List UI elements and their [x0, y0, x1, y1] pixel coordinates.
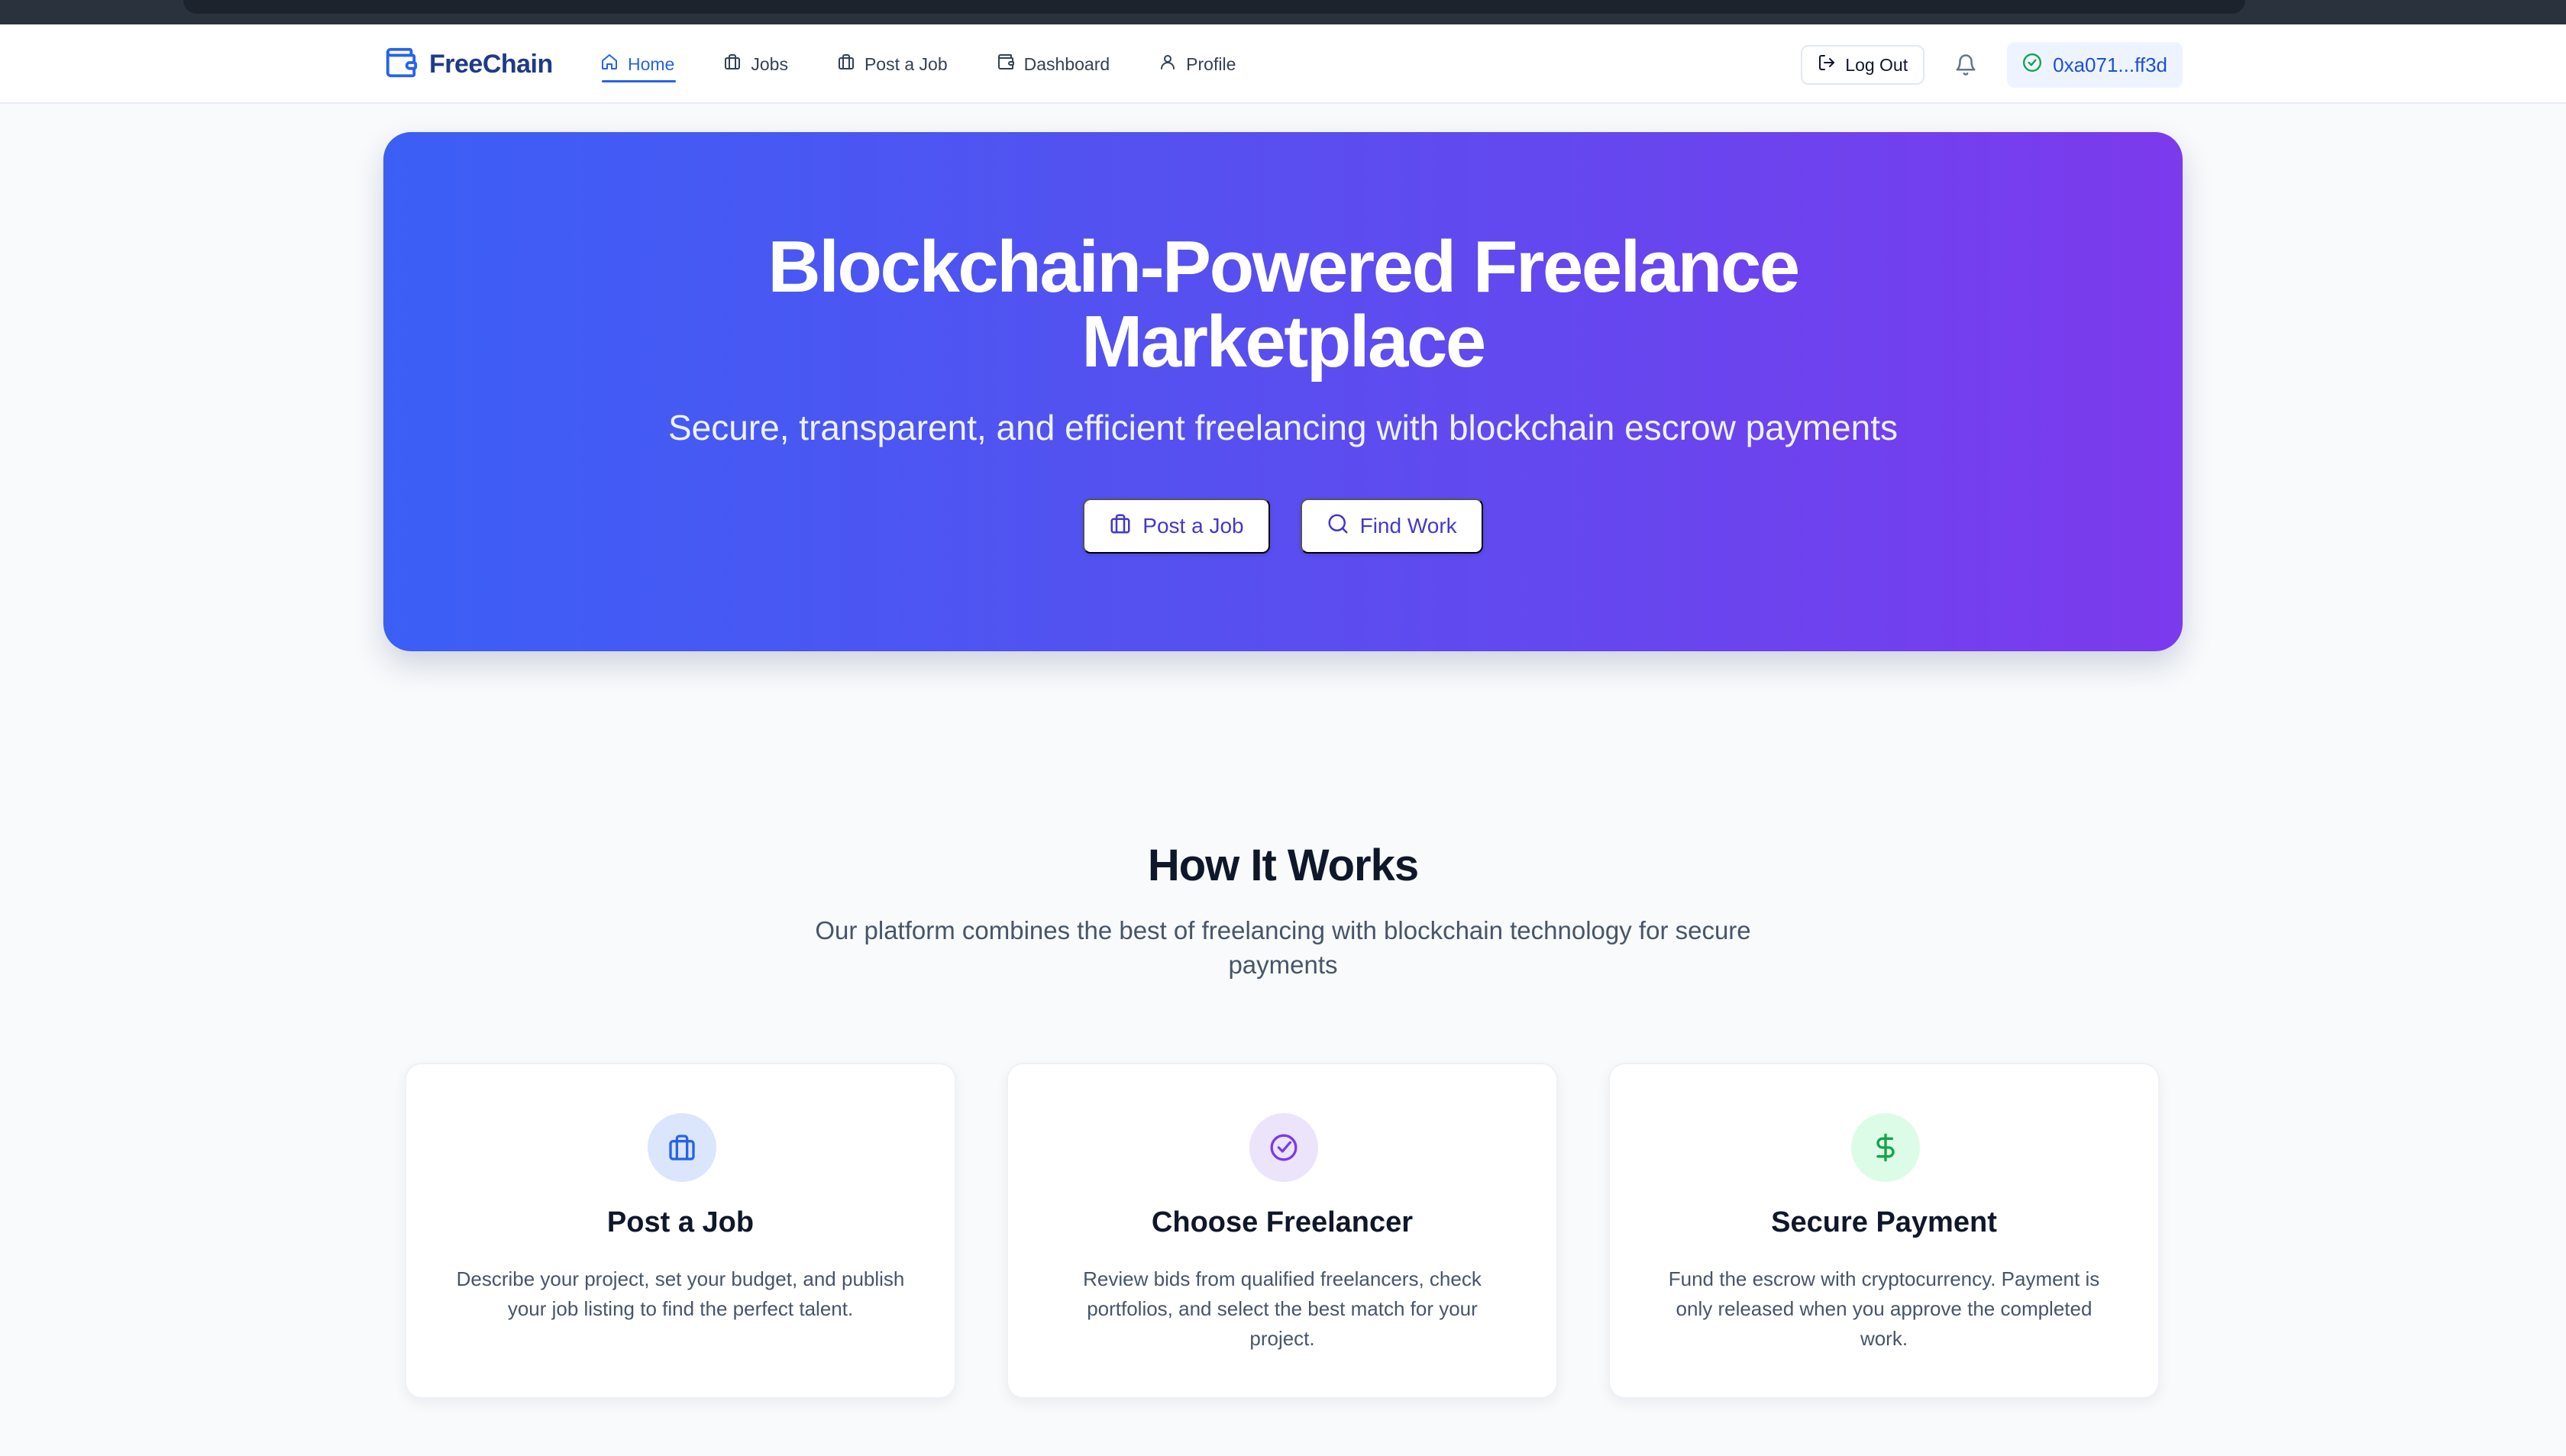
hero-buttons: Post a Job Find Work — [383, 499, 2183, 554]
card-description: Describe your project, set your budget, … — [456, 1267, 905, 1320]
main-nav: Home Jobs Post a Job Dashboard Profile — [600, 46, 1236, 82]
wallet-address: 0xa071...ff3d — [2053, 53, 2167, 76]
brand-name: FreeChain — [429, 49, 553, 79]
nav-link-label: Home — [628, 53, 675, 74]
check-circle-icon — [1249, 1113, 1318, 1182]
feature-card-post-job: Post a Job Describe your project, set yo… — [405, 1063, 956, 1399]
nav-link-label: Dashboard — [1023, 53, 1110, 74]
feature-card-choose-freelancer: Choose Freelancer Review bids from quali… — [1007, 1063, 1558, 1399]
wallet-icon — [997, 53, 1015, 76]
card-title: Choose Freelancer — [1151, 1206, 1414, 1238]
navbar: FreeChain Home Jobs Post a Job Dashboard… — [0, 24, 2566, 104]
nav-link-label: Profile — [1186, 53, 1236, 74]
card-title: Secure Payment — [1771, 1206, 1997, 1238]
hero-title: Blockchain-Powered Freelance Marketplace — [383, 230, 2183, 379]
feature-cards: Post a Job Describe your project, set yo… — [405, 1063, 2161, 1399]
bell-icon[interactable] — [1950, 50, 1981, 80]
home-icon — [600, 53, 619, 76]
nav-link-dashboard[interactable]: Dashboard — [997, 46, 1110, 82]
how-it-works-title: How It Works — [1147, 841, 1419, 890]
logout-label: Log Out — [1845, 54, 1908, 75]
how-it-works-subtitle: Our platform combines the best of freela… — [815, 916, 1751, 979]
nav-link-jobs[interactable]: Jobs — [723, 46, 788, 82]
briefcase-icon — [837, 53, 855, 76]
nav-link-home[interactable]: Home — [600, 46, 677, 82]
card-title: Post a Job — [606, 1206, 755, 1238]
feature-card-secure-payment: Secure Payment Fund the escrow with cryp… — [1608, 1063, 2160, 1399]
card-description: Review bids from qualified freelancers, … — [1083, 1267, 1482, 1350]
browser-address-bar — [183, 0, 2245, 14]
check-circle-icon — [2022, 53, 2042, 78]
hero-title-line-1: Blockchain-Powered Freelance — [768, 226, 1800, 308]
logout-icon — [1818, 53, 1836, 76]
wallet-icon — [383, 45, 419, 84]
user-icon — [1159, 53, 1177, 76]
search-icon — [1327, 512, 1349, 541]
find-work-button[interactable]: Find Work — [1300, 499, 1483, 554]
browser-top-strip — [0, 0, 2566, 24]
nav-link-label: Post a Job — [864, 53, 948, 74]
briefcase-icon — [723, 53, 742, 76]
post-job-button[interactable]: Post a Job — [1083, 499, 1270, 554]
logout-button[interactable]: Log Out — [1801, 45, 1925, 85]
nav-link-profile[interactable]: Profile — [1159, 46, 1236, 82]
dollar-icon — [1851, 1113, 1920, 1182]
briefcase-icon — [648, 1113, 716, 1182]
hero-title-line-2: Marketplace — [1081, 301, 1486, 383]
hero-subtitle: Secure, transparent, and efficient freel… — [667, 408, 1899, 447]
find-work-label: Find Work — [1359, 514, 1457, 538]
hero-banner: Blockchain-Powered Freelance Marketplace… — [383, 132, 2183, 651]
nav-actions: Log Out 0xa071...ff3d — [1801, 42, 2183, 88]
wallet-address-badge[interactable]: 0xa071...ff3d — [2007, 42, 2183, 88]
nav-link-post-job[interactable]: Post a Job — [837, 46, 948, 82]
brand-logo[interactable]: FreeChain — [383, 46, 553, 82]
card-description: Fund the escrow with cryptocurrency. Pay… — [1668, 1267, 2100, 1350]
nav-link-label: Jobs — [751, 53, 788, 74]
briefcase-icon — [1109, 512, 1132, 541]
post-job-label: Post a Job — [1142, 514, 1244, 538]
